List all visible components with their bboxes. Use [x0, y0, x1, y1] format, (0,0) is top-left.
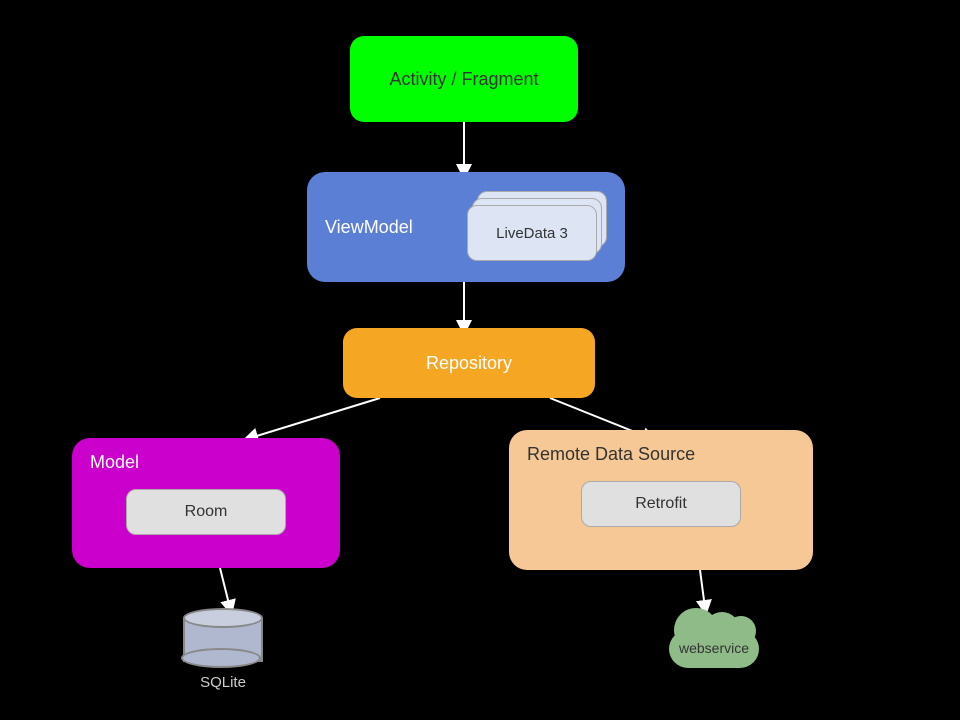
viewmodel-box: ViewModel LiveData 3	[307, 172, 625, 282]
viewmodel-label: ViewModel	[325, 217, 413, 238]
cylinder-top	[183, 608, 263, 628]
activity-fragment-box: Activity / Fragment	[350, 36, 578, 122]
sqlite-cylinder	[183, 608, 263, 668]
activity-fragment-label: Activity / Fragment	[389, 69, 538, 90]
diagram-container: Activity / Fragment ViewModel LiveData 3…	[0, 0, 960, 720]
cylinder-bottom	[181, 648, 261, 668]
repository-label: Repository	[426, 353, 512, 374]
livedata-label: LiveData 3	[496, 225, 568, 242]
model-box: Model Room	[72, 438, 340, 568]
sqlite-label: SQLite	[200, 674, 246, 691]
livedata-card-front: LiveData 3	[467, 205, 597, 261]
webservice-container: webservice	[654, 608, 774, 668]
model-label: Model	[90, 452, 322, 473]
room-card: Room	[126, 489, 286, 535]
remote-data-source-label: Remote Data Source	[527, 444, 795, 465]
repository-box: Repository	[343, 328, 595, 398]
webservice-label: webservice	[679, 640, 749, 656]
retrofit-label: Retrofit	[635, 495, 687, 513]
remote-data-source-box: Remote Data Source Retrofit	[509, 430, 813, 570]
retrofit-card: Retrofit	[581, 481, 741, 527]
sqlite-container: SQLite	[183, 608, 263, 691]
livedata-stack: LiveData 3	[467, 191, 607, 263]
webservice-cloud: webservice	[654, 608, 774, 668]
room-label: Room	[185, 503, 228, 521]
